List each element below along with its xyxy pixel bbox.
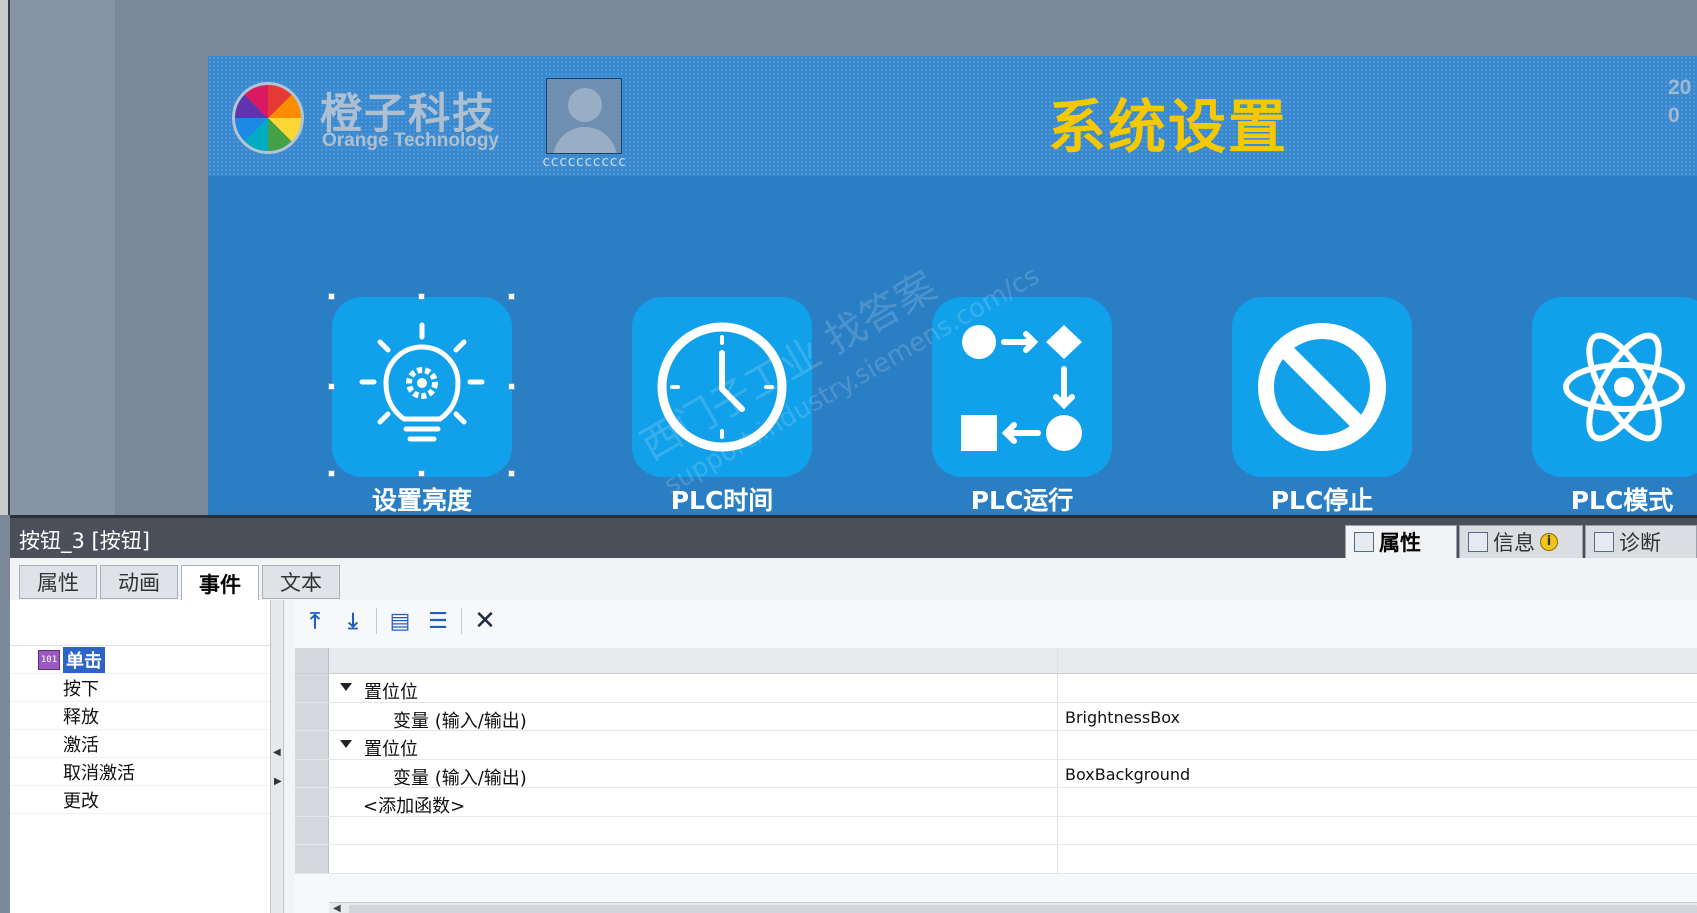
add-function-link[interactable]: <添加函数> xyxy=(363,792,465,818)
tab-texts[interactable]: 文本 xyxy=(262,565,340,599)
table-header xyxy=(295,648,1697,674)
move-up-icon[interactable]: ⤒ xyxy=(300,606,330,636)
selection-handle[interactable] xyxy=(508,470,515,477)
event-deactivate[interactable]: 取消激活 xyxy=(10,758,279,786)
collapse-arrow-icon[interactable] xyxy=(340,740,352,748)
scrollbar-thumb[interactable] xyxy=(349,905,1697,913)
inspector-panel: 按钮_3 [按钮] 属性 信息 i 诊断 属性 动画 事件 文本 101 单击 … xyxy=(10,515,1697,913)
inspector-title-bar: 按钮_3 [按钮] 属性 信息 i 诊断 xyxy=(10,518,1697,558)
plc-run-button-label: PLC运行 xyxy=(970,486,1074,515)
delete-icon[interactable]: ✕ xyxy=(470,606,500,636)
properties-icon xyxy=(1354,532,1374,552)
info-list-icon xyxy=(1468,532,1488,552)
inspector-title: 按钮_3 [按钮] xyxy=(19,529,150,553)
canvas-margin xyxy=(10,0,115,515)
tab-diagnostics[interactable]: 诊断 xyxy=(1585,525,1697,558)
event-change[interactable]: 更改 xyxy=(10,786,279,814)
tab-properties-label: 属性 xyxy=(1379,531,1421,555)
plc-time-button[interactable] xyxy=(632,297,812,477)
empty-row xyxy=(295,845,1697,874)
collapse-all-icon[interactable]: ☰ xyxy=(423,606,453,636)
tab-events[interactable]: 事件 xyxy=(181,565,259,602)
function-list-panel: ⤒ ⤓ ▤ ☰ ✕ 置位位 变量 (输入/输出) BrightnessBox 置… xyxy=(295,600,1697,913)
parameter-row[interactable]: 变量 (输入/输出) BoxBackground xyxy=(295,759,1697,789)
clock-icon xyxy=(657,322,787,452)
event-click-label: 单击 xyxy=(63,646,105,673)
function-toolbar: ⤒ ⤓ ▤ ☰ ✕ xyxy=(295,600,1697,642)
plc-run-button[interactable] xyxy=(932,297,1112,477)
move-down-icon[interactable]: ⤓ xyxy=(338,606,368,636)
tab-diagnostics-label: 诊断 xyxy=(1619,531,1661,555)
company-name-en: Orange Technology xyxy=(322,130,500,151)
info-icon: i xyxy=(1540,533,1558,551)
brightness-button[interactable] xyxy=(332,297,512,477)
selection-handle[interactable] xyxy=(328,470,335,477)
empty-row xyxy=(295,816,1697,845)
brightness-button-label: 设置亮度 xyxy=(371,486,472,515)
scroll-left-icon[interactable]: ◀ xyxy=(333,903,341,913)
left-edge-panel xyxy=(0,0,10,515)
diagnostics-icon xyxy=(1594,532,1614,552)
inspector-sub-tabs: 属性 动画 事件 文本 xyxy=(19,565,340,602)
flow-icon xyxy=(961,325,1082,451)
collapse-left-icon[interactable]: ◀ xyxy=(273,747,281,758)
tab-animation[interactable]: 动画 xyxy=(100,565,178,599)
plc-time-button-label: PLC时间 xyxy=(670,486,774,515)
user-name-field[interactable]: cccccccccc xyxy=(526,154,642,170)
event-click[interactable]: 101 单击 xyxy=(10,646,279,674)
company-logo-icon xyxy=(232,82,304,154)
expand-right-icon[interactable]: ▶ xyxy=(274,776,282,787)
add-function-row[interactable]: <添加函数> xyxy=(295,788,1697,817)
parameter-value[interactable]: BrightnessBox xyxy=(1065,708,1180,727)
event-icon: 101 xyxy=(38,649,60,670)
selection-handle[interactable] xyxy=(328,383,335,390)
selection-handle[interactable] xyxy=(328,293,335,300)
tab-properties[interactable]: 属性 xyxy=(1345,525,1457,558)
horizontal-scrollbar[interactable]: ◀ xyxy=(329,902,1697,913)
parameter-name: 变量 (输入/输出) xyxy=(393,710,527,732)
plc-stop-button[interactable] xyxy=(1232,297,1412,477)
selection-handle[interactable] xyxy=(418,293,425,300)
avatar-head-icon xyxy=(568,88,602,122)
panel-splitter[interactable]: ◀ ▶ xyxy=(270,600,284,913)
user-avatar[interactable] xyxy=(546,78,622,154)
event-press[interactable]: 按下 xyxy=(10,674,279,702)
selection-handle[interactable] xyxy=(508,293,515,300)
event-activate[interactable]: 激活 xyxy=(10,730,279,758)
expand-all-icon[interactable]: ▤ xyxy=(385,606,415,636)
function-name: 置位位 xyxy=(364,739,418,760)
date-time-display: 20 0 xyxy=(1668,74,1691,130)
function-row[interactable]: 置位位 xyxy=(295,674,1697,703)
atom-icon xyxy=(1563,332,1685,442)
hmi-screen[interactable]: 橙子科技 Orange Technology cccccccccc 系统设置 2… xyxy=(208,56,1697,515)
parameter-row[interactable]: 变量 (输入/输出) BrightnessBox xyxy=(295,702,1697,732)
collapse-arrow-icon[interactable] xyxy=(340,683,352,691)
selection-handle[interactable] xyxy=(418,470,425,477)
hmi-header: 橙子科技 Orange Technology cccccccccc 系统设置 2… xyxy=(208,56,1697,176)
tab-info[interactable]: 信息 i xyxy=(1459,525,1583,558)
lightbulb-gear-icon xyxy=(359,322,485,442)
plc-stop-button-label: PLC停止 xyxy=(1270,486,1374,515)
event-list: 101 单击 按下 释放 激活 取消激活 更改 xyxy=(10,600,280,913)
function-name: 置位位 xyxy=(364,682,418,703)
function-table: 置位位 变量 (输入/输出) BrightnessBox 置位位 变量 (输入/… xyxy=(295,648,1697,874)
selection-handle[interactable] xyxy=(508,383,515,390)
tab-properties-sub[interactable]: 属性 xyxy=(19,565,97,599)
tab-info-label: 信息 xyxy=(1493,531,1535,555)
event-release[interactable]: 释放 xyxy=(10,702,279,730)
plc-mode-button[interactable] xyxy=(1532,297,1697,477)
plc-mode-button-label: PLC模式 xyxy=(1570,486,1674,515)
screen-title: 系统设置 xyxy=(1048,93,1289,161)
avatar-body-icon xyxy=(553,127,617,153)
parameter-name: 变量 (输入/输出) xyxy=(393,767,527,789)
function-row[interactable]: 置位位 xyxy=(295,731,1697,760)
date-time-line-1: 20 xyxy=(1668,76,1692,99)
date-time-line-2: 0 xyxy=(1668,104,1680,127)
prohibited-icon xyxy=(1258,323,1386,451)
parameter-value[interactable]: BoxBackground xyxy=(1065,765,1190,784)
